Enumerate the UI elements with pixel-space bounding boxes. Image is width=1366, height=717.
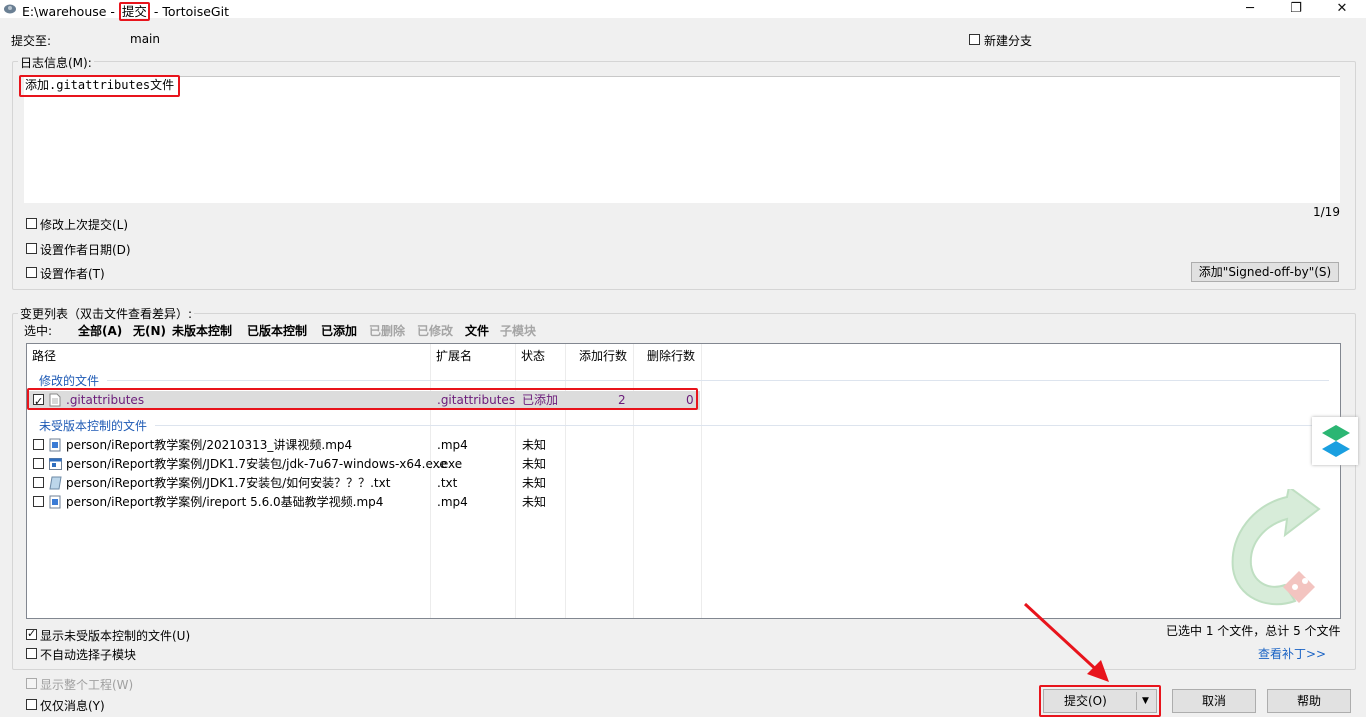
signed-off-by-button[interactable]: 添加"Signed-off-by"(S) (1191, 262, 1339, 282)
cancel-button[interactable]: 取消 (1172, 689, 1256, 713)
new-branch-label: 新建分支 (984, 34, 1033, 48)
amend-label: 修改上次提交(L) (40, 218, 129, 232)
row-ext: .txt (437, 476, 458, 490)
table-row[interactable]: person/iReport教学案例/20210313_讲课视频.mp4 .mp… (28, 436, 700, 455)
filter-deleted: 已删除 (369, 324, 406, 338)
commit-to-label: 提交至: (11, 34, 52, 48)
close-button[interactable]: ✕ (1319, 0, 1365, 18)
column-header-status[interactable]: 状态 (521, 344, 545, 368)
show-unversioned-checkbox[interactable]: 显示未受版本控制的文件(U) (26, 627, 206, 643)
row-highlight-box (27, 388, 698, 410)
minimize-button[interactable]: ─ (1227, 0, 1273, 18)
message-group-label: 日志信息(M): (18, 54, 94, 71)
row-ext: .mp4 (437, 438, 468, 452)
row-status: 未知 (522, 438, 547, 452)
tortoisegit-app-icon (4, 4, 16, 14)
message-only-label: 仅仅消息(Y) (40, 699, 105, 713)
row-ext: .exe (437, 457, 463, 471)
commit-message-input[interactable] (24, 76, 1340, 203)
no-auto-submodule-checkbox[interactable]: 不自动选择子模块 (26, 647, 166, 662)
filter-modified: 已修改 (417, 324, 454, 338)
window-title: E:\warehouse - 提交 - TortoiseGit (22, 1, 229, 21)
file-list[interactable]: 路径 扩展名 状态 添加行数 删除行数 修改的文件 .gitattributes… (26, 343, 1341, 619)
show-unversioned-box[interactable] (26, 627, 37, 640)
commit-highlight-box (1039, 685, 1161, 717)
set-author-label: 设置作者(T) (40, 267, 105, 281)
row-status: 未知 (522, 476, 547, 490)
new-branch-checkbox-box[interactable] (969, 34, 980, 45)
group-header-modified: 修改的文件 (39, 374, 100, 388)
filter-all[interactable]: 全部(A) (78, 322, 122, 339)
message-only-checkbox[interactable]: 仅仅消息(Y) (26, 698, 166, 713)
row-checkbox[interactable] (33, 496, 44, 507)
row-checkbox[interactable] (33, 439, 44, 450)
title-action: 提交 (118, 2, 150, 21)
no-auto-submodule-box[interactable] (26, 648, 37, 659)
exe-file-icon (49, 458, 62, 470)
help-button[interactable]: 帮助 (1267, 689, 1351, 713)
minimize-icon: ─ (1246, 1, 1254, 16)
maximize-icon: ❐ (1290, 1, 1302, 16)
changes-group-label: 变更列表（双击文件查看差异）: (18, 305, 195, 322)
filter-versioned[interactable]: 已版本控制 (247, 322, 307, 339)
set-author-date-box[interactable] (26, 243, 37, 254)
filter-added[interactable]: 已添加 (321, 322, 357, 339)
message-only-box[interactable] (26, 699, 37, 710)
annotation-arrow-icon (1023, 602, 1109, 682)
set-author-checkbox[interactable]: 设置作者(T) (26, 266, 166, 281)
show-unversioned-label: 显示未受版本控制的文件(U) (40, 629, 191, 643)
row-status: 未知 (522, 495, 547, 509)
title-app: - TortoiseGit (149, 4, 229, 19)
new-branch-checkbox[interactable]: 新建分支 (969, 33, 1049, 48)
row-ext: .mp4 (437, 495, 468, 509)
floating-app-widget[interactable] (1312, 417, 1358, 465)
filter-files[interactable]: 文件 (465, 322, 489, 339)
row-checkbox[interactable] (33, 458, 44, 469)
column-header-deleted[interactable]: 删除行数 (647, 344, 695, 368)
group-divider (107, 380, 1329, 381)
column-header-added[interactable]: 添加行数 (579, 344, 627, 368)
commit-branch-name: main (130, 32, 160, 46)
notepad-file-icon (49, 476, 62, 490)
show-whole-project-checkbox: 显示整个工程(W) (26, 677, 166, 692)
row-status: 未知 (522, 457, 547, 471)
column-separator (701, 344, 702, 618)
row-checkbox[interactable] (33, 477, 44, 488)
group-header-unversioned: 未受版本控制的文件 (39, 419, 148, 433)
row-path: person/iReport教学案例/JDK1.7安装包/jdk-7u67-wi… (66, 457, 447, 471)
show-whole-project-box (26, 678, 37, 689)
row-path: person/iReport教学案例/JDK1.7安装包/如何安装？？？.txt (66, 476, 391, 490)
set-author-date-checkbox[interactable]: 设置作者日期(D) (26, 242, 166, 257)
show-whole-project-label: 显示整个工程(W) (40, 678, 134, 692)
filter-unversioned[interactable]: 未版本控制 (172, 322, 232, 339)
group-divider (155, 425, 1329, 426)
close-icon: ✕ (1336, 1, 1348, 16)
set-author-date-label: 设置作者日期(D) (40, 243, 131, 257)
column-header-ext[interactable]: 扩展名 (436, 344, 472, 368)
row-path: person/iReport教学案例/20210313_讲课视频.mp4 (66, 438, 353, 452)
amend-checkbox-box[interactable] (26, 218, 37, 229)
filter-submodules: 子模块 (500, 324, 537, 338)
selection-summary: 已选中 1 个文件，总计 5 个文件 (1166, 624, 1341, 638)
tortoisegit-watermark-icon (1231, 489, 1321, 606)
filter-none[interactable]: 无(N) (133, 322, 166, 339)
column-header-path[interactable]: 路径 (32, 344, 56, 368)
amend-checkbox[interactable]: 修改上次提交(L) (26, 217, 166, 232)
commit-message-text: 添加.gitattributes文件 (19, 75, 181, 97)
message-char-counter: 1/19 (1313, 205, 1340, 219)
video-file-icon (49, 438, 61, 452)
table-row[interactable]: person/iReport教学案例/ireport 5.6.0基础教学视频.m… (28, 493, 700, 512)
select-label: 选中: (24, 324, 53, 338)
view-patch-link[interactable]: 查看补丁>> (1258, 645, 1326, 662)
video-file-icon (49, 495, 61, 509)
row-path: person/iReport教学案例/ireport 5.6.0基础教学视频.m… (66, 495, 384, 509)
set-author-box[interactable] (26, 267, 37, 278)
app-logo-icon (1322, 425, 1350, 457)
no-auto-submodule-label: 不自动选择子模块 (40, 648, 137, 662)
maximize-button[interactable]: ❐ (1273, 0, 1319, 18)
table-row[interactable]: person/iReport教学案例/JDK1.7安装包/jdk-7u67-wi… (28, 455, 700, 474)
table-row[interactable]: person/iReport教学案例/JDK1.7安装包/如何安装？？？.txt… (28, 474, 700, 493)
title-path: E:\warehouse - (22, 4, 119, 19)
